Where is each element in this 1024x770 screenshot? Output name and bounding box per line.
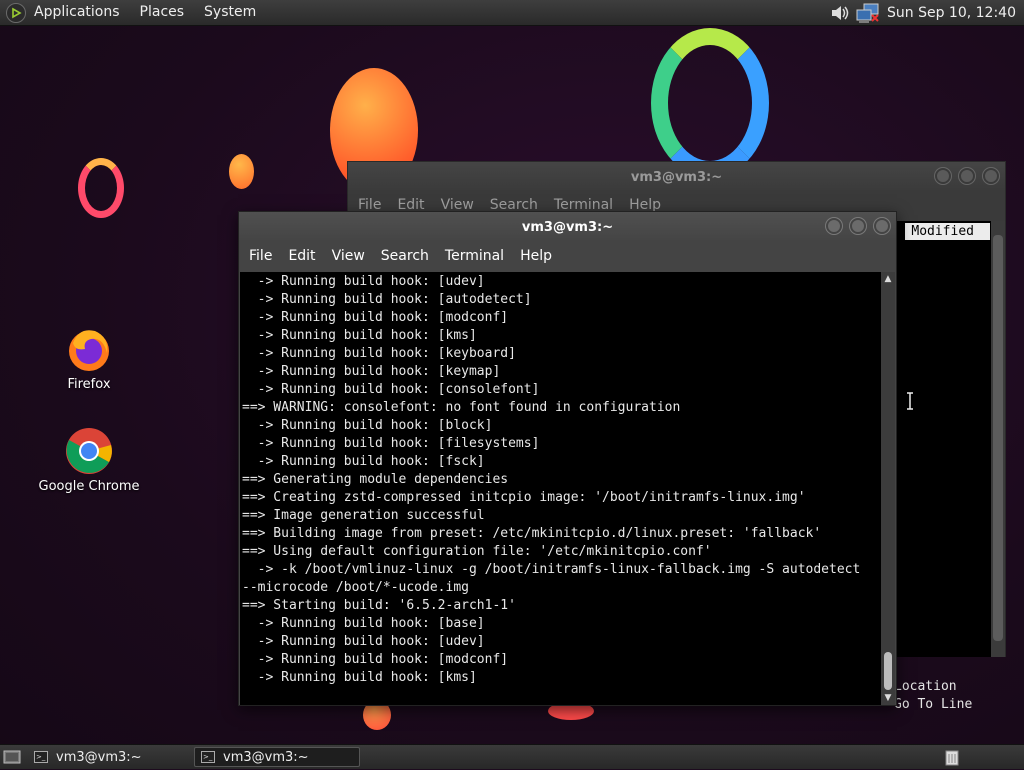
- terminal-line: -> Running build hook: [filesystems]: [242, 436, 540, 451]
- close-button[interactable]: [983, 168, 999, 184]
- show-desktop-icon[interactable]: [2, 748, 24, 766]
- terminal-output[interactable]: -> Running build hook: [udev] -> Running…: [240, 272, 882, 705]
- terminal-line: ==> Using default configuration file: '/…: [242, 544, 712, 559]
- terminal-line: -> -k /boot/vmlinuz-linux -g /boot/initr…: [242, 562, 861, 577]
- terminal-line: -> Running build hook: [base]: [242, 616, 485, 631]
- wallpaper-large-ring: [651, 28, 769, 178]
- panel-clock[interactable]: Sun Sep 10, 12:40: [881, 5, 1024, 21]
- terminal-icon: >_: [201, 751, 215, 763]
- scroll-up-arrow-icon[interactable]: ▲: [881, 273, 895, 285]
- bottom-taskbar: >_ vm3@vm3:~ >_ vm3@vm3:~: [0, 744, 1024, 769]
- taskbar-item-terminal-2[interactable]: >_ vm3@vm3:~: [194, 747, 360, 767]
- desktop-icon-label: Google Chrome: [38, 479, 140, 494]
- nano-shortcut-goto-line: Go To Line: [894, 697, 973, 712]
- menu-file[interactable]: File: [241, 248, 280, 264]
- menu-search[interactable]: Search: [373, 248, 437, 264]
- maximize-button[interactable]: [959, 168, 975, 184]
- terminal-line: ==> Starting build: '6.5.2-arch1-1': [242, 598, 516, 613]
- terminal-line: --microcode /boot/*-ucode.img: [242, 580, 469, 595]
- menu-view[interactable]: View: [324, 248, 373, 264]
- terminal-line: -> Running build hook: [modconf]: [242, 310, 509, 325]
- terminal-line: ==> Generating module dependencies: [242, 472, 509, 487]
- taskbar-item-terminal-1[interactable]: >_ vm3@vm3:~: [28, 747, 190, 767]
- scrollbar[interactable]: ▲ ▼: [881, 272, 895, 705]
- wallpaper-small-ring: [78, 158, 124, 218]
- terminal-window-active[interactable]: vm3@vm3:~ File Edit View Search Terminal…: [238, 211, 897, 706]
- maximize-button[interactable]: [850, 218, 866, 234]
- top-panel: Applications Places System Sun Sep 10, 1…: [0, 0, 1024, 26]
- distro-logo-icon[interactable]: [6, 2, 26, 23]
- taskbar-item-label: vm3@vm3:~: [56, 749, 142, 765]
- scrollbar-thumb[interactable]: [884, 652, 892, 690]
- window-titlebar[interactable]: vm3@vm3:~: [348, 162, 1005, 192]
- nano-modified-indicator: Modified: [905, 223, 990, 240]
- wallpaper-small-blob: [229, 154, 254, 189]
- desktop-icon-label: Firefox: [67, 377, 111, 392]
- terminal-line: ==> WARNING: consolefont: no font found …: [242, 400, 681, 415]
- menu-terminal[interactable]: Terminal: [437, 248, 512, 264]
- scrollbar[interactable]: [991, 221, 1005, 657]
- minimize-button[interactable]: [935, 168, 951, 184]
- terminal-line: -> Running build hook: [autodetect]: [242, 292, 532, 307]
- terminal-line: ==> Creating zstd-compressed initcpio im…: [242, 490, 806, 505]
- desktop-icon-firefox[interactable]: Firefox: [34, 325, 144, 392]
- terminal-line: -> Running build hook: [keyboard]: [242, 346, 516, 361]
- terminal-line: -> Running build hook: [fsck]: [242, 454, 485, 469]
- menu-system[interactable]: System: [194, 0, 266, 25]
- menu-places[interactable]: Places: [130, 0, 195, 25]
- terminal-line: ==> Image generation successful: [242, 508, 485, 523]
- trash-icon[interactable]: [944, 748, 960, 766]
- window-title: vm3@vm3:~: [521, 219, 614, 235]
- window-title: vm3@vm3:~: [630, 169, 723, 185]
- taskbar-item-label: vm3@vm3:~: [223, 749, 309, 765]
- minimize-button[interactable]: [826, 218, 842, 234]
- menubar: File Edit View Search Terminal Help: [239, 242, 896, 270]
- terminal-line: -> Running build hook: [consolefont]: [242, 382, 540, 397]
- volume-icon[interactable]: [829, 3, 851, 23]
- terminal-line: -> Running build hook: [kms]: [242, 328, 477, 343]
- network-icon[interactable]: [855, 2, 881, 24]
- menu-edit[interactable]: Edit: [280, 248, 323, 264]
- menu-applications[interactable]: Applications: [30, 0, 130, 25]
- scrollbar-thumb[interactable]: [993, 235, 1003, 641]
- window-titlebar[interactable]: vm3@vm3:~: [239, 212, 896, 242]
- close-button[interactable]: [874, 218, 890, 234]
- nano-shortcut-location: Location: [894, 679, 957, 694]
- terminal-line: -> Running build hook: [modconf]: [242, 652, 509, 667]
- terminal-line: ==> Building image from preset: /etc/mki…: [242, 526, 822, 541]
- menu-help[interactable]: Help: [512, 248, 560, 264]
- terminal-line: -> Running build hook: [kms]: [242, 670, 477, 685]
- desktop-icon-chrome[interactable]: Google Chrome: [34, 427, 144, 494]
- terminal-icon: >_: [34, 751, 48, 763]
- terminal-line: -> Running build hook: [block]: [242, 418, 493, 433]
- terminal-line: -> Running build hook: [udev]: [242, 634, 485, 649]
- firefox-icon: [65, 325, 113, 373]
- terminal-line: -> Running build hook: [udev]: [242, 274, 485, 289]
- chrome-icon: [65, 427, 113, 475]
- scroll-down-arrow-icon[interactable]: ▼: [881, 692, 895, 704]
- text-cursor-icon: [906, 392, 914, 410]
- terminal-line: -> Running build hook: [keymap]: [242, 364, 501, 379]
